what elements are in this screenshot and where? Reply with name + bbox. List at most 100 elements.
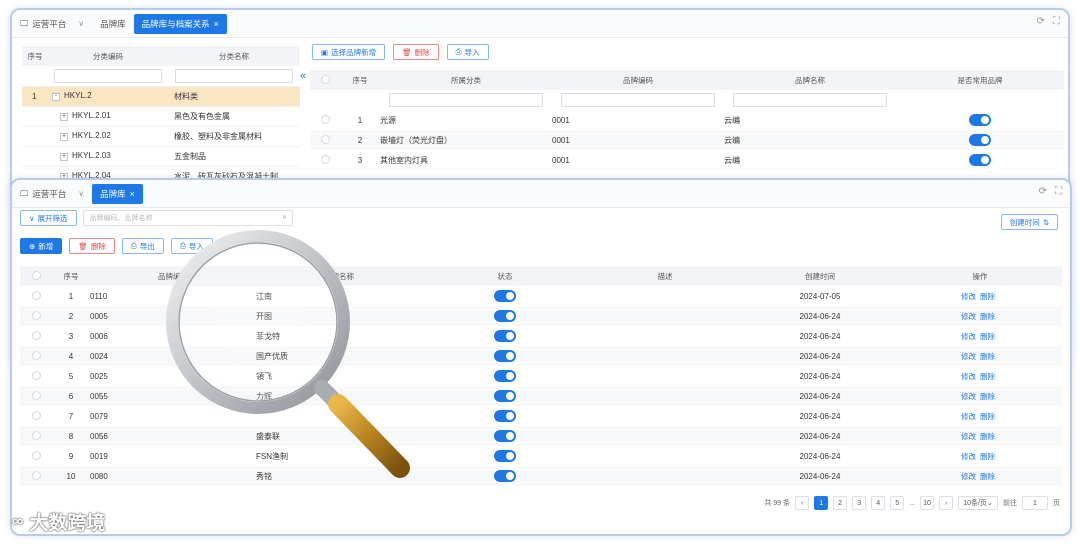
select-all-checkbox[interactable]: [320, 74, 330, 84]
tab-platform[interactable]: 🖵 运营平台 ∨: [12, 184, 92, 204]
goto-page-input[interactable]: 1: [1022, 496, 1048, 510]
table-row[interactable]: 3 0006 菲戈特 2024-06-24 修改 删除: [20, 326, 1062, 346]
delete-link[interactable]: 删除: [980, 432, 995, 441]
expand-icon[interactable]: +: [60, 133, 68, 141]
prev-page-button[interactable]: ‹: [795, 496, 810, 510]
status-toggle[interactable]: [494, 470, 516, 482]
close-icon[interactable]: ×: [130, 189, 135, 199]
category-filter-input[interactable]: [388, 93, 544, 107]
common-brand-toggle[interactable]: [969, 154, 991, 166]
page-button[interactable]: 1: [814, 496, 829, 510]
delete-link[interactable]: 删除: [980, 392, 995, 401]
status-toggle[interactable]: [494, 410, 516, 422]
table-row[interactable]: 7 0079 2024-06-24 修改 删除: [20, 406, 1062, 426]
status-toggle[interactable]: [494, 370, 516, 382]
fullscreen-icon[interactable]: ⛶: [1055, 186, 1062, 197]
expand-icon[interactable]: +: [60, 153, 68, 161]
table-row[interactable]: 3 其他室内灯具 0001 云编: [310, 150, 1064, 170]
select-brand-add-button[interactable]: ▣ 选择品牌新增: [312, 44, 386, 60]
tree-row[interactable]: + HKYL.2.02 橡胶、塑料及非金属材料: [22, 126, 300, 147]
row-checkbox[interactable]: [320, 114, 330, 124]
delete-link[interactable]: 删除: [980, 332, 995, 341]
created-time-sort-button[interactable]: 创建时间 ⇅: [1000, 214, 1058, 230]
table-row[interactable]: 1 0110 江南 2024-07-05 修改 删除: [20, 286, 1062, 306]
table-row[interactable]: 2 嵌墙灯（荧光灯盘） 0001 云编: [310, 130, 1064, 150]
tab-brand-archive-relation[interactable]: 品牌库与档案关系 ×: [133, 13, 227, 34]
row-checkbox[interactable]: [320, 154, 330, 164]
import-button[interactable]: ⎙ 导入: [170, 238, 213, 254]
edit-link[interactable]: 修改: [961, 332, 976, 341]
fullscreen-icon[interactable]: ⛶: [1053, 16, 1060, 27]
table-row[interactable]: 1 光源 0001 云编: [310, 110, 1064, 130]
page-size-select[interactable]: 10条/页 ⌄: [958, 496, 998, 510]
delete-button[interactable]: 🗑 删除: [69, 238, 115, 254]
edit-link[interactable]: 修改: [961, 292, 976, 301]
search-input[interactable]: 品牌编码、品牌名称 ⌕: [82, 210, 293, 226]
edit-link[interactable]: 修改: [961, 452, 976, 461]
tab-brand-library[interactable]: 品牌库: [92, 14, 134, 34]
brand-code-filter-input[interactable]: [560, 93, 716, 107]
row-checkbox[interactable]: [31, 450, 41, 460]
table-row[interactable]: 5 0025 領飞 2024-06-24 修改 删除: [20, 366, 1062, 386]
category-name-filter[interactable]: [174, 68, 294, 83]
tree-row[interactable]: + HKYL.2.01 黑色及有色金属: [22, 106, 300, 127]
row-checkbox[interactable]: [31, 470, 41, 480]
page-button[interactable]: 5: [890, 496, 905, 510]
export-button[interactable]: ⎙ 导出: [121, 238, 164, 254]
row-checkbox[interactable]: [31, 310, 41, 320]
page-button[interactable]: 2: [833, 496, 848, 510]
delete-link[interactable]: 删除: [980, 372, 995, 381]
edit-link[interactable]: 修改: [961, 352, 976, 361]
delete-link[interactable]: 删除: [980, 352, 995, 361]
edit-link[interactable]: 修改: [961, 372, 976, 381]
page-button[interactable]: 4: [871, 496, 886, 510]
table-row[interactable]: 9 0019 FSN渔制 2024-06-24 修改 删除: [20, 446, 1062, 466]
status-toggle[interactable]: [494, 290, 516, 302]
tree-row[interactable]: 1 - HKYL.2 材料类: [22, 86, 300, 107]
edit-link[interactable]: 修改: [961, 432, 976, 441]
brand-name-filter-input[interactable]: [732, 93, 888, 107]
status-toggle[interactable]: [494, 330, 516, 342]
page-button[interactable]: 10: [920, 496, 934, 510]
refresh-icon[interactable]: ⟳: [1037, 16, 1045, 27]
expand-icon[interactable]: +: [60, 113, 68, 121]
row-checkbox[interactable]: [31, 290, 41, 300]
status-toggle[interactable]: [494, 390, 516, 402]
status-toggle[interactable]: [494, 350, 516, 362]
tab-brand-library[interactable]: 品牌库 ×: [92, 183, 143, 204]
row-checkbox[interactable]: [31, 330, 41, 340]
collapse-icon[interactable]: -: [52, 93, 60, 101]
refresh-icon[interactable]: ⟳: [1039, 186, 1047, 197]
close-icon[interactable]: ×: [214, 19, 219, 29]
common-brand-toggle[interactable]: [969, 134, 991, 146]
chevron-down-icon[interactable]: ∨: [78, 19, 84, 28]
row-checkbox[interactable]: [31, 430, 41, 440]
status-toggle[interactable]: [494, 310, 516, 322]
table-row[interactable]: 4 0024 国产优质 2024-06-24 修改 删除: [20, 346, 1062, 366]
page-button[interactable]: 3: [852, 496, 867, 510]
expand-filter-button[interactable]: ∨ 展开筛选: [20, 210, 77, 226]
table-row[interactable]: 6 0055 力辉 2024-06-24 修改 删除: [20, 386, 1062, 406]
delete-link[interactable]: 删除: [980, 292, 995, 301]
status-toggle[interactable]: [494, 430, 516, 442]
search-icon[interactable]: ⌕: [283, 214, 287, 222]
row-checkbox[interactable]: [31, 370, 41, 380]
next-page-button[interactable]: ›: [939, 496, 953, 510]
add-button[interactable]: ⊕ 新增: [20, 238, 63, 254]
category-code-filter[interactable]: [54, 68, 162, 83]
delete-link[interactable]: 删除: [980, 312, 995, 321]
collapse-sidebar-icon[interactable]: «: [300, 70, 306, 82]
select-all-checkbox[interactable]: [31, 270, 41, 280]
table-row[interactable]: 8 0056 盛泰联 2024-06-24 修改 删除: [20, 426, 1062, 446]
table-row[interactable]: 10 0080 秀铭 2024-06-24 修改 删除: [20, 466, 1062, 486]
row-checkbox[interactable]: [31, 410, 41, 420]
import-button[interactable]: ⎙ 导入: [446, 44, 489, 60]
delete-button[interactable]: 🗑 删除: [393, 44, 439, 60]
row-checkbox[interactable]: [320, 134, 330, 144]
row-checkbox[interactable]: [31, 390, 41, 400]
tree-row[interactable]: + HKYL.2.03 五金制品: [22, 146, 300, 167]
table-row[interactable]: 2 0005 开图 2024-06-24 修改 删除: [20, 306, 1062, 326]
row-checkbox[interactable]: [31, 350, 41, 360]
chevron-down-icon[interactable]: ∨: [78, 189, 84, 198]
common-brand-toggle[interactable]: [969, 114, 991, 126]
